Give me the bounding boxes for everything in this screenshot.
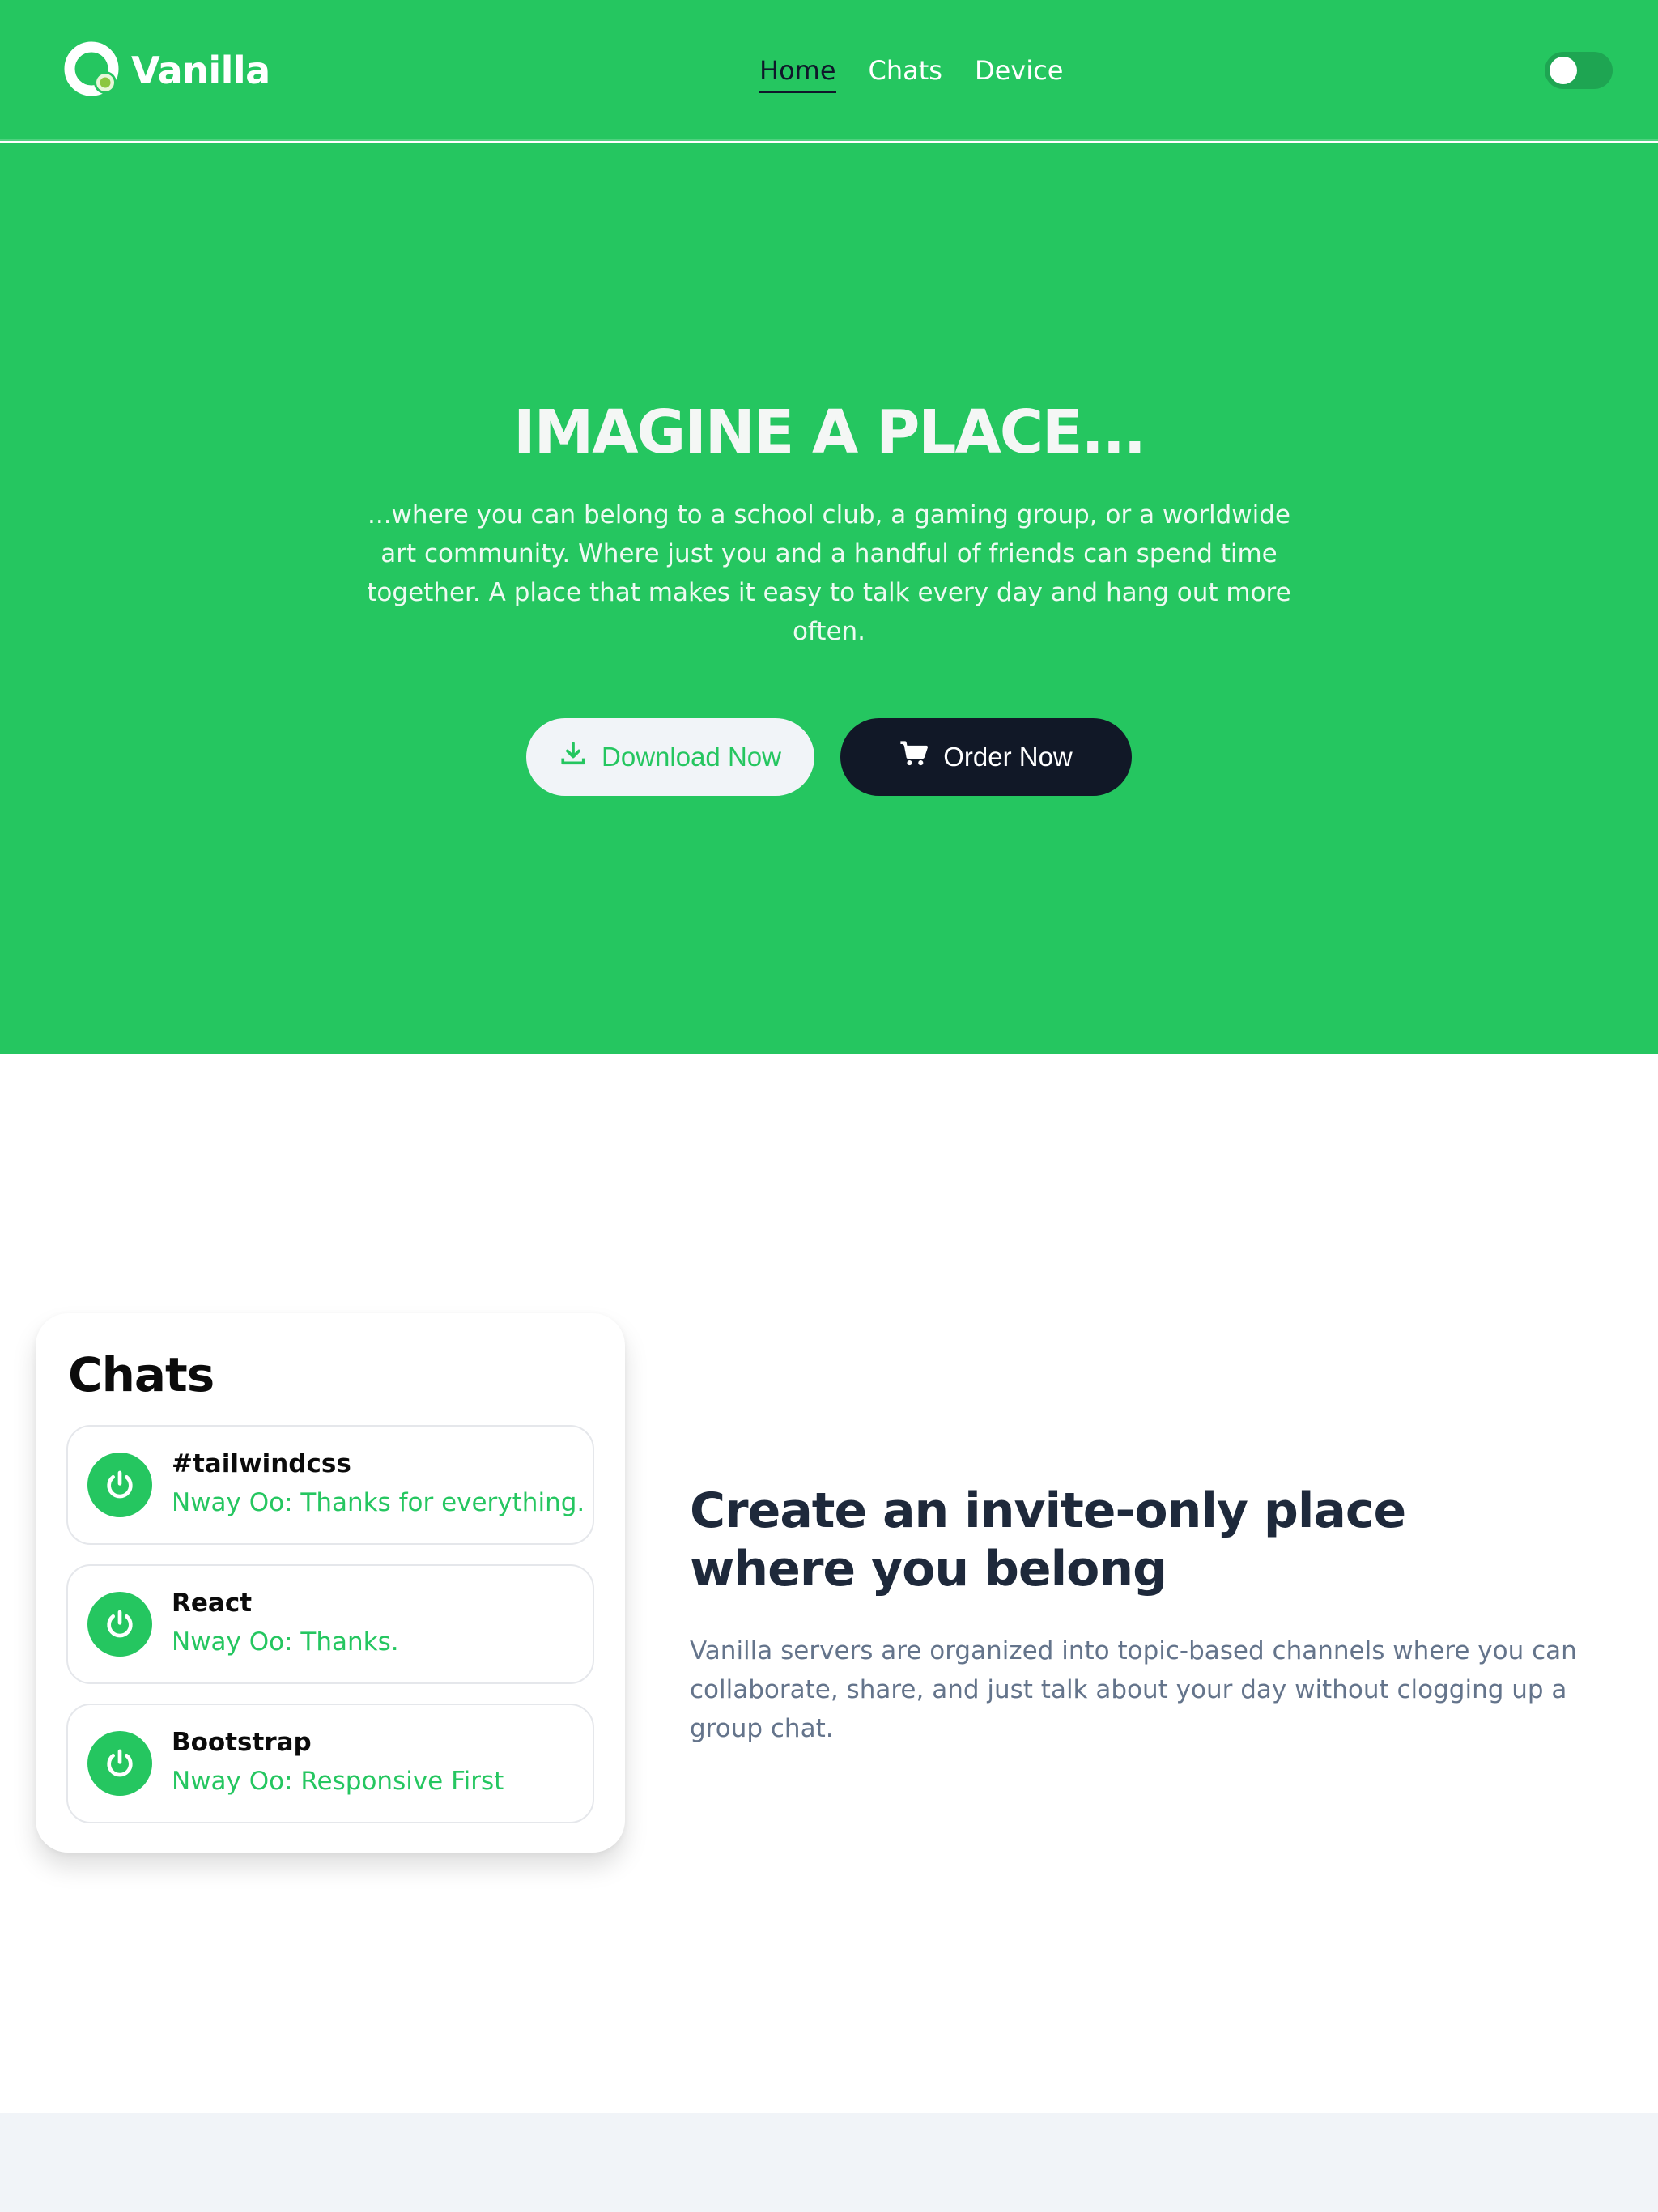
theme-toggle[interactable] <box>1545 52 1613 89</box>
main-nav: Home Chats Device <box>759 50 1063 93</box>
download-now-label: Download Now <box>602 742 781 772</box>
top-navbar: Vanilla Home Chats Device <box>0 0 1658 141</box>
brand-logo[interactable]: Vanilla <box>63 40 270 100</box>
chat-last-message: Nway Oo: Thanks for everything. <box>172 1488 585 1517</box>
chat-item[interactable]: React Nway Oo: Thanks. <box>66 1564 594 1684</box>
nav-link-home[interactable]: Home <box>759 50 836 93</box>
chat-last-message: Nway Oo: Responsive First <box>172 1767 504 1796</box>
brand-name: Vanilla <box>131 49 270 92</box>
power-icon <box>87 1453 152 1517</box>
cart-icon <box>899 740 943 774</box>
next-section-band <box>0 2113 1658 2212</box>
nav-link-device[interactable]: Device <box>975 50 1063 93</box>
download-now-button[interactable]: Download Now <box>526 718 814 796</box>
vanilla-logo-icon <box>63 40 123 100</box>
chat-last-message: Nway Oo: Thanks. <box>172 1627 399 1657</box>
feature-description: Vanilla servers are organized into topic… <box>690 1636 1577 1743</box>
nav-link-chats[interactable]: Chats <box>869 50 942 93</box>
hero-section: IMAGINE A PLACE... ...where you can belo… <box>0 143 1658 1054</box>
feature-title: Create an invite-only place where you be… <box>690 1482 1418 1598</box>
hero-description: ...where you can belong to a school club… <box>367 500 1291 646</box>
download-icon <box>559 740 602 774</box>
chat-name: Bootstrap <box>172 1728 312 1757</box>
order-now-label: Order Now <box>943 742 1073 772</box>
chats-card: Chats #tailwindcss Nway Oo: Thanks for e… <box>36 1313 625 1853</box>
hero-actions: Download Now Order Now <box>526 718 1132 796</box>
hero-title: IMAGINE A PLACE... <box>513 398 1146 467</box>
chat-name: React <box>172 1589 253 1618</box>
feature-title-line-2: where you belong <box>690 1541 1167 1597</box>
feature-title-line-1: Create an invite-only place <box>690 1482 1406 1539</box>
chat-name: #tailwindcss <box>172 1449 351 1478</box>
power-icon <box>87 1731 152 1796</box>
chats-card-title: Chats <box>68 1347 215 1402</box>
order-now-button[interactable]: Order Now <box>840 718 1132 796</box>
power-icon <box>87 1592 152 1657</box>
toggle-knob <box>1550 57 1577 84</box>
chat-item[interactable]: #tailwindcss Nway Oo: Thanks for everyth… <box>66 1425 594 1545</box>
chat-item[interactable]: Bootstrap Nway Oo: Responsive First <box>66 1704 594 1823</box>
